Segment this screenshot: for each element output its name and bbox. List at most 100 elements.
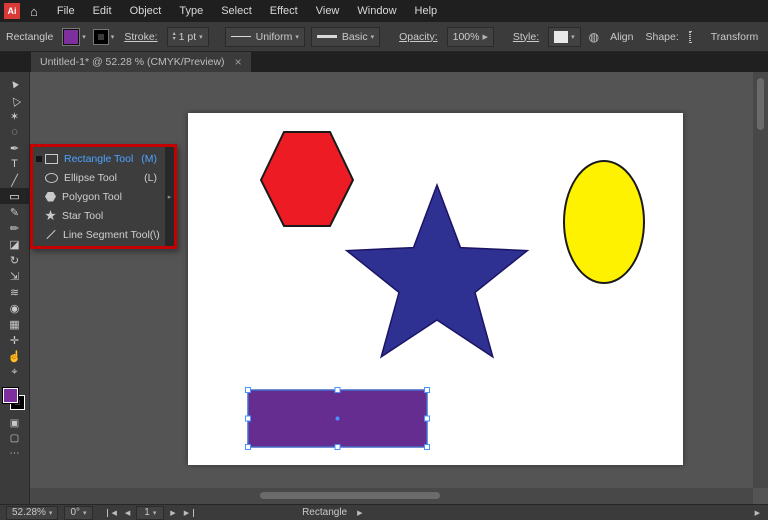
chevron-down-icon: ▾ — [82, 33, 86, 41]
home-icon[interactable]: ⌂ — [30, 4, 38, 19]
stroke-link[interactable]: Stroke: — [124, 31, 157, 43]
opacity-link[interactable]: Opacity: — [399, 31, 438, 43]
stepper-arrows-icon[interactable]: ▴▾ — [173, 32, 176, 42]
star-tool-item[interactable]: Star Tool — [33, 206, 165, 225]
document-tab-bar: Untitled-1* @ 52.28 % (CMYK/Preview) × — [0, 52, 768, 72]
stroke-profile-icon — [231, 36, 251, 37]
ellipse-icon — [45, 173, 58, 183]
width-tool[interactable]: ≋ — [0, 284, 29, 300]
fill-color-dropdown[interactable]: ▾ — [63, 29, 86, 45]
style-dropdown[interactable]: ▾ — [548, 27, 581, 47]
rotation-dropdown[interactable]: 0° ▾ — [64, 506, 92, 520]
ellipse-shape[interactable] — [564, 161, 644, 283]
vertical-scrollbar[interactable] — [753, 72, 768, 488]
document-tab-title: Untitled-1* @ 52.28 % (CMYK/Preview) — [40, 56, 225, 68]
flyout-item-shortcut: (M) — [141, 153, 165, 165]
ellipse-tool-item[interactable]: Ellipse Tool(L) — [33, 168, 165, 187]
tear-off-strip[interactable]: ▸ — [165, 147, 174, 246]
brush-dropdown[interactable]: Basic ▾ — [311, 27, 380, 47]
menu-object[interactable]: Object — [121, 0, 171, 22]
current-tool-label: Rectangle — [302, 507, 347, 518]
active-tool-marker — [33, 225, 44, 244]
chevron-down-icon[interactable]: ▾ — [571, 33, 575, 41]
menu-window[interactable]: Window — [348, 0, 405, 22]
chevron-down-icon[interactable]: ▾ — [371, 33, 375, 41]
status-bar-expand-icon[interactable]: ▶ — [755, 509, 760, 517]
close-tab-icon[interactable]: × — [235, 55, 242, 69]
stroke-weight-value: 1 pt — [179, 31, 197, 43]
flyout-item-label: Polygon Tool — [62, 191, 122, 203]
gradient-tool[interactable]: ▦ — [0, 316, 29, 332]
eraser-tool[interactable]: ◪ — [0, 236, 29, 252]
flyout-item-shortcut: (L) — [144, 172, 165, 184]
fill-proxy-swatch[interactable] — [3, 388, 18, 403]
artboard-navigation: ◀ ◀ 1 ▾ ▶ ▶ — [107, 506, 195, 520]
recolor-artwork-icon[interactable]: ◍ — [589, 30, 599, 44]
horizontal-scrollbar-thumb[interactable] — [260, 492, 440, 499]
lasso-tool[interactable]: ◌ — [0, 124, 29, 140]
previous-artboard-icon[interactable]: ◀ — [121, 509, 134, 517]
fill-color-swatch[interactable] — [63, 29, 79, 45]
document-tab[interactable]: Untitled-1* @ 52.28 % (CMYK/Preview) × — [31, 52, 251, 72]
vertical-scrollbar-thumb[interactable] — [757, 78, 764, 130]
hexagon-shape[interactable] — [261, 132, 353, 226]
chevron-down-icon: ▾ — [111, 33, 115, 41]
last-artboard-icon[interactable]: ▶ — [180, 509, 194, 517]
draw-mode-icon[interactable]: ▣ — [0, 416, 29, 431]
menu-file[interactable]: File — [48, 0, 84, 22]
chevron-right-icon[interactable]: ▶ — [482, 33, 487, 41]
eyedropper-tool[interactable]: ✛ — [0, 332, 29, 348]
menu-type[interactable]: Type — [170, 0, 212, 22]
menu-effect[interactable]: Effect — [261, 0, 307, 22]
brush-value: Basic — [342, 31, 368, 43]
opacity-dropdown[interactable]: 100% ▶ — [447, 27, 494, 47]
paintbrush-tool[interactable]: ✎ — [0, 204, 29, 220]
stroke-color-dropdown[interactable]: ▾ — [94, 30, 115, 44]
chevron-down-icon[interactable]: ▾ — [199, 33, 203, 41]
active-tool-marker — [33, 149, 44, 168]
menu-edit[interactable]: Edit — [84, 0, 121, 22]
line-tool-item[interactable]: Line Segment Tool(\) — [33, 225, 165, 244]
shape-label: Shape: — [646, 31, 679, 43]
star-icon — [45, 210, 56, 221]
pen-tool[interactable]: ✒ — [0, 140, 29, 156]
hand-tool[interactable]: ☝ — [0, 348, 29, 364]
line-segment-tool[interactable]: ╱ — [0, 172, 29, 188]
fill-stroke-control[interactable] — [3, 388, 25, 410]
next-artboard-icon[interactable]: ▶ — [166, 509, 179, 517]
rotate-tool[interactable]: ↻ — [0, 252, 29, 268]
artboard-number-field[interactable]: 1 ▾ — [136, 506, 164, 520]
artboard[interactable] — [188, 113, 683, 465]
selection-center-point[interactable] — [336, 417, 340, 421]
edit-toolbar-icon[interactable]: ⋯ — [0, 446, 29, 461]
menu-bar: Ai ⌂ FileEditObjectTypeSelectEffectViewW… — [0, 0, 768, 22]
star-shape[interactable] — [347, 185, 528, 357]
rectangle-tool[interactable]: ▭ — [0, 188, 29, 204]
rectangle-tool-item[interactable]: Rectangle Tool(M) — [33, 149, 165, 168]
transform-button[interactable]: Transform — [711, 31, 758, 43]
zoom-level-dropdown[interactable]: 52.28% ▾ — [6, 506, 58, 520]
selected-tool-label: Rectangle — [6, 31, 53, 43]
stroke-weight-stepper[interactable]: ▴▾ 1 pt ▾ — [167, 27, 209, 47]
menu-view[interactable]: View — [307, 0, 349, 22]
chevron-down-icon[interactable]: ▾ — [295, 33, 299, 41]
width-profile-dropdown[interactable]: Uniform ▾ — [225, 27, 305, 47]
shape-builder-tool[interactable]: ◉ — [0, 300, 29, 316]
zoom-tool[interactable]: ⌖ — [0, 364, 29, 380]
stroke-color-swatch[interactable] — [94, 30, 108, 44]
status-flyout-icon[interactable]: ▶ — [357, 509, 362, 517]
align-button[interactable]: Align — [610, 31, 633, 43]
style-link[interactable]: Style: — [513, 31, 539, 43]
horizontal-scrollbar[interactable] — [30, 488, 753, 504]
polygon-tool-item[interactable]: Polygon Tool — [33, 187, 165, 206]
control-bar: Rectangle ▾ ▾ Stroke: ▴▾ 1 pt ▾ Uniform … — [0, 22, 768, 52]
active-tool-marker — [33, 206, 44, 225]
menu-help[interactable]: Help — [406, 0, 447, 22]
screen-mode-icon[interactable]: ▢ — [0, 431, 29, 446]
pencil-tool[interactable]: ✏ — [0, 220, 29, 236]
menu-select[interactable]: Select — [212, 0, 261, 22]
shape-widget-icon[interactable] — [689, 31, 691, 43]
scale-tool[interactable]: ⇲ — [0, 268, 29, 284]
first-artboard-icon[interactable]: ◀ — [107, 509, 121, 517]
type-tool[interactable]: T — [0, 156, 29, 172]
